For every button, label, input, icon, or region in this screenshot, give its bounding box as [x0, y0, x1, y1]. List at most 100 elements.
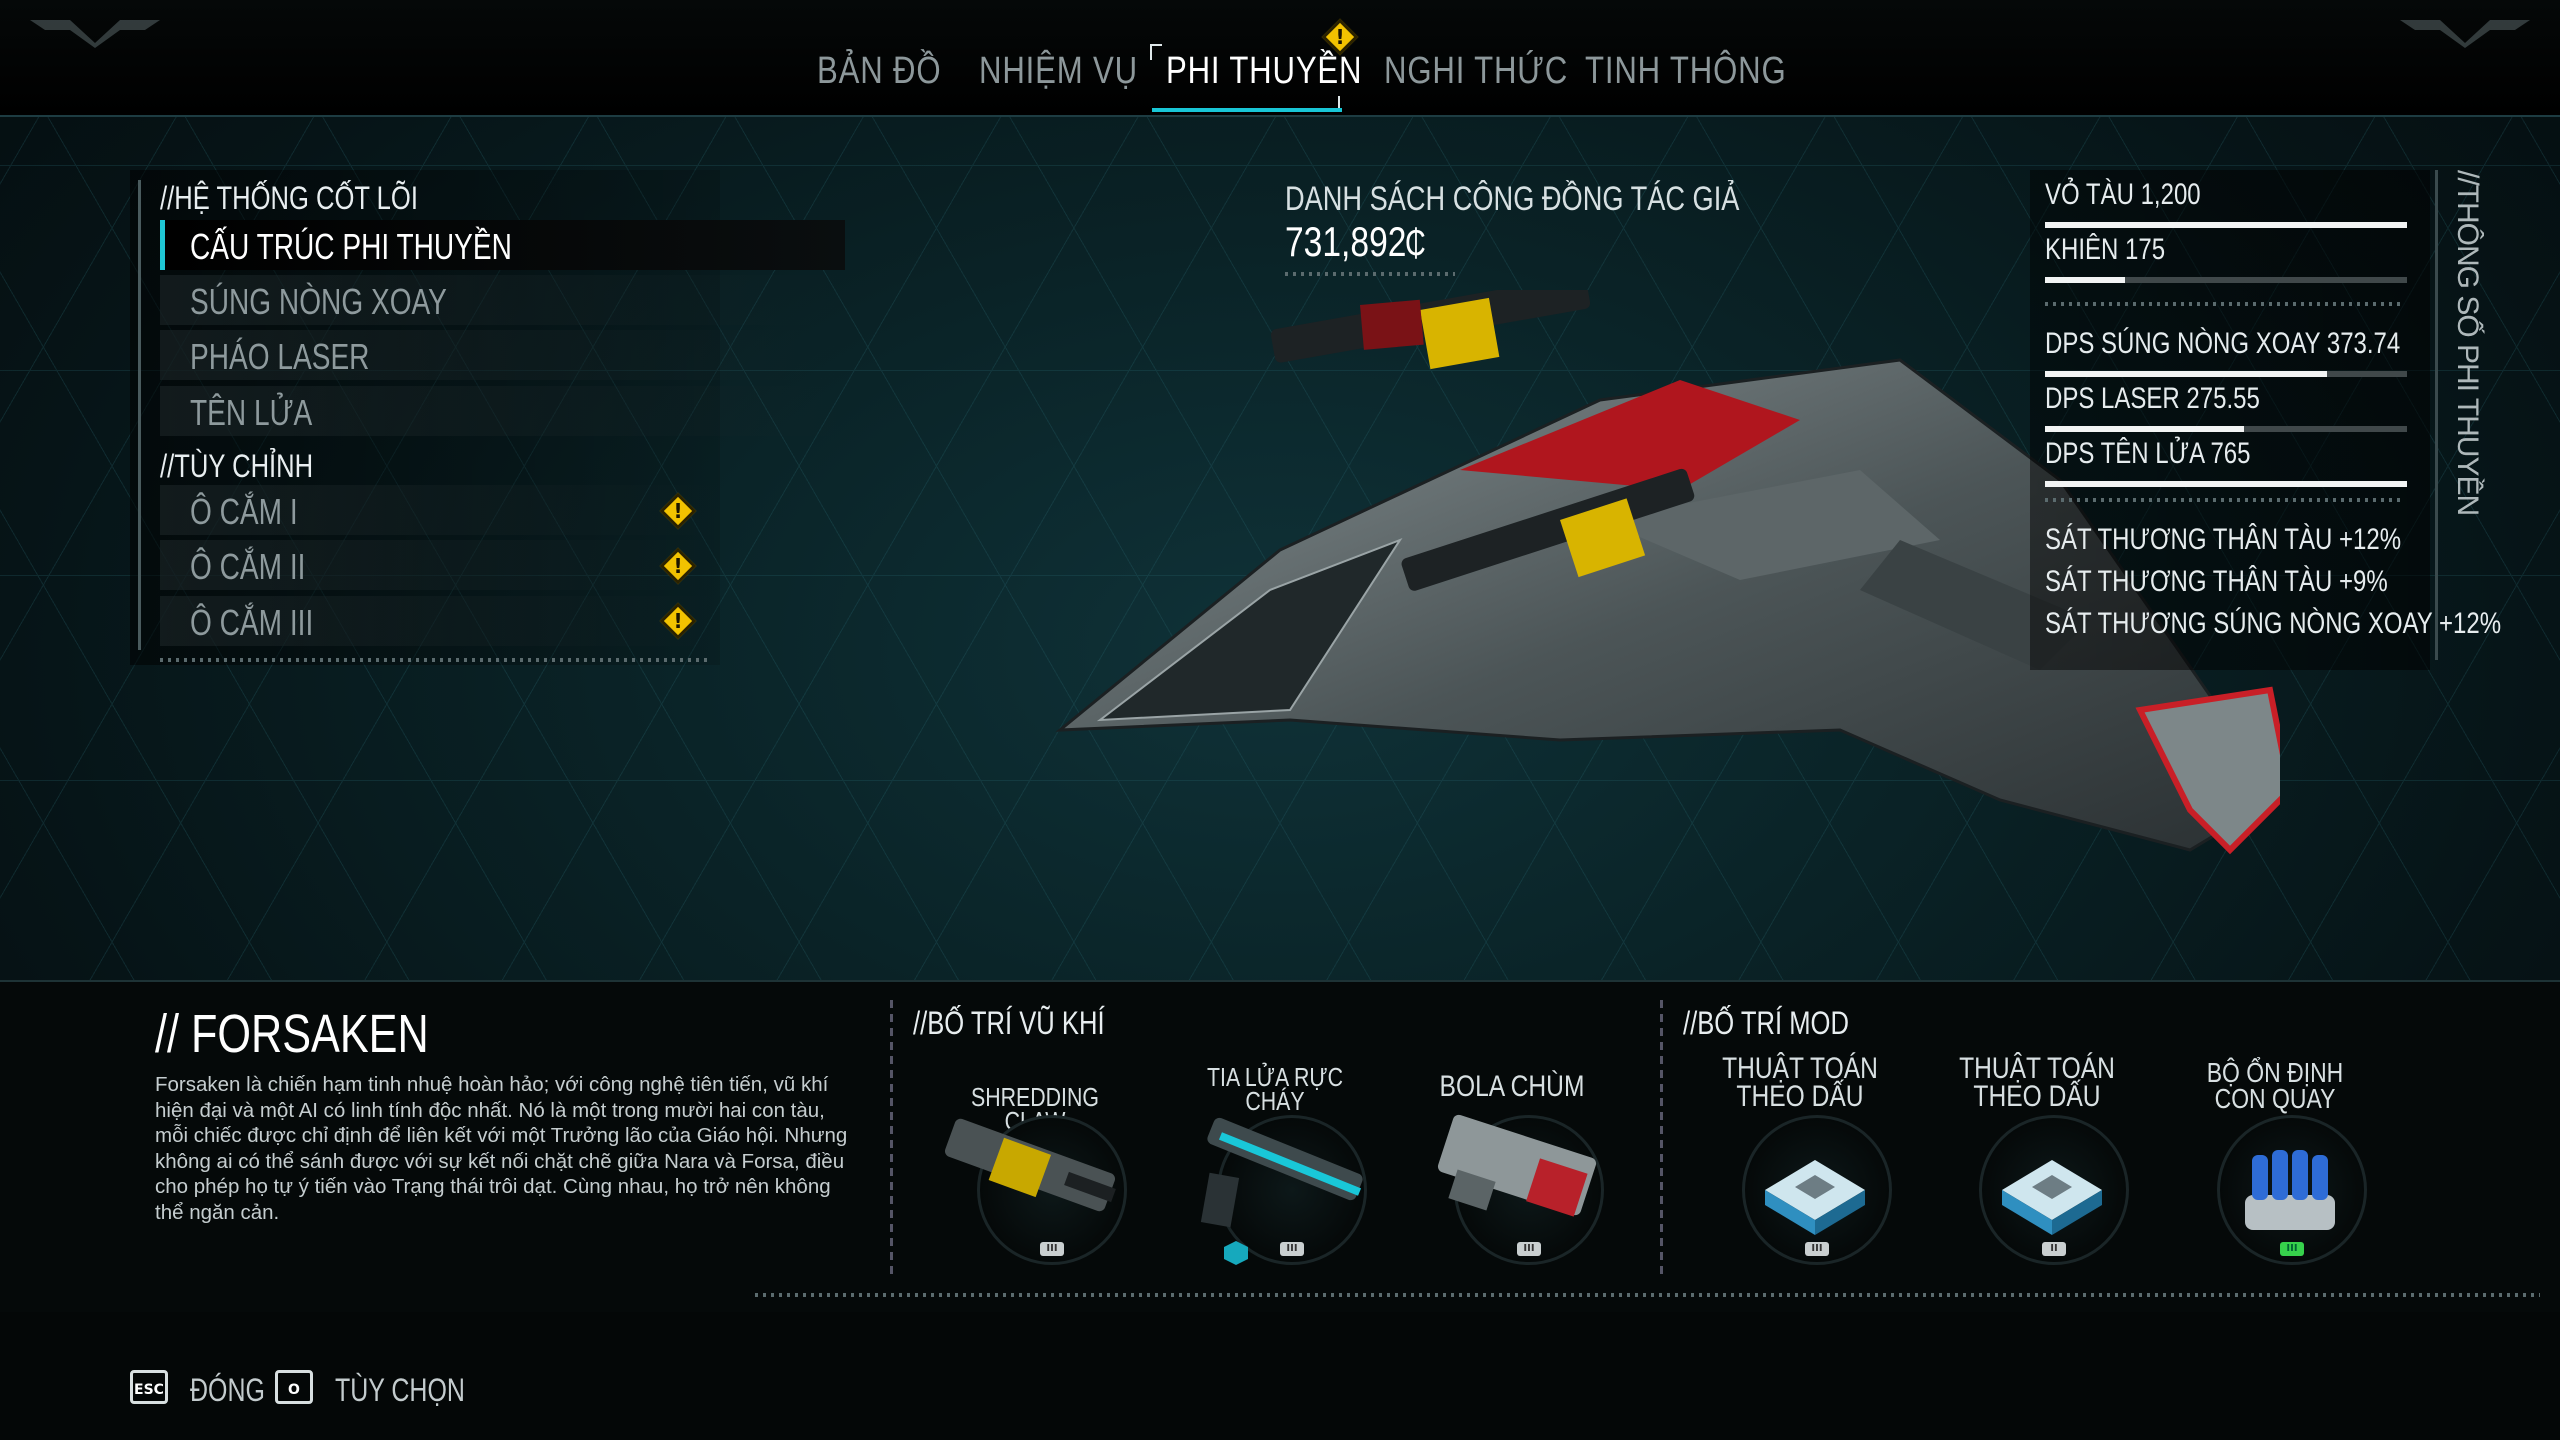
stat-value: 373.74	[2326, 327, 2401, 360]
menu-item-label: Ô CẮM I	[190, 491, 298, 532]
divider	[1285, 272, 1455, 276]
stat-label: DPS LASER	[2045, 382, 2180, 415]
stat-bar-fill	[2045, 222, 2407, 228]
emblem-icon	[30, 20, 160, 48]
bonus-text: SÁT THƯƠNG SÚNG NÒNG XOAY +12%	[2045, 607, 2502, 640]
tier-badge: III	[1805, 1242, 1829, 1256]
ship-stats-panel: VỎ TÀU 1,200 KHIÊN 175 DPS SÚNG NÒNG XOA…	[2030, 170, 2501, 670]
stat-value: 275.55	[2186, 382, 2260, 415]
core-systems-title: //HỆ THỐNG CỐT LÕI	[160, 180, 418, 216]
chip-icon	[1765, 1160, 1865, 1235]
o-key-icon[interactable]: O	[275, 1370, 313, 1404]
active-tab-indicator	[1152, 108, 1342, 112]
stat-bar	[2045, 222, 2407, 228]
divider	[890, 1000, 893, 1275]
divider	[160, 658, 710, 662]
stat-value: 765	[2210, 437, 2251, 470]
stats-divider	[2435, 170, 2438, 660]
menu-item-socket-1[interactable]: Ô CẮM I	[160, 485, 720, 535]
divider	[2045, 302, 2400, 306]
slot-name: THUẬT TOÁN THEO DẤU	[1722, 1052, 1878, 1113]
divider	[2045, 498, 2400, 502]
credits-icon: ₵	[1405, 222, 1426, 263]
menu-item-laser[interactable]: PHÁO LASER	[160, 330, 840, 380]
stat-bar-fill	[2045, 426, 2245, 432]
stat-dps-gatling: DPS SÚNG NÒNG XOAY 373.74	[2045, 327, 2425, 377]
stat-bar-fill	[2045, 481, 2407, 487]
menu-item-label: CẤU TRÚC PHI THUYỀN	[190, 226, 512, 267]
laser-gun-icon	[1200, 1117, 1363, 1228]
mod-slot-gyro-stabilizer[interactable]: BỘ ỔN ĐỊNH CON QUAY III	[2175, 1055, 2375, 1270]
tab-ship[interactable]: PHI THUYỀN	[1166, 50, 1362, 93]
menu-rail	[138, 180, 141, 650]
stat-bar	[2045, 481, 2407, 487]
stat-value: 1,200	[2140, 178, 2201, 211]
options-button[interactable]: TÙY CHỌN	[335, 1372, 465, 1409]
menu-item-label: PHÁO LASER	[190, 336, 370, 377]
menu-item-socket-3[interactable]: Ô CẮM III	[160, 596, 720, 646]
menu-item-label: SÚNG NÒNG XOAY	[190, 281, 447, 322]
emblem-icon	[2400, 20, 2530, 48]
stat-bar-fill	[2045, 371, 2328, 377]
esc-key-icon[interactable]: ESC	[130, 1370, 168, 1404]
launcher-icon	[1437, 1114, 1597, 1217]
tab-bracket	[1150, 44, 1162, 60]
divider	[1660, 1000, 1663, 1275]
tier-badge: III	[2280, 1242, 2304, 1256]
mod-loadout-title: //BỐ TRÍ MOD	[1683, 1005, 1849, 1041]
menu-item-label: TÊN LỬA	[190, 392, 313, 433]
stabilizer-icon	[2245, 1150, 2335, 1230]
stat-bar-fill	[2045, 277, 2125, 283]
menu-item-label: Ô CẮM II	[190, 546, 306, 587]
weapon-loadout-title: //BỐ TRÍ VŨ KHÍ	[913, 1005, 1105, 1041]
weapon-slot-blazing-spark[interactable]: TIA LỬA RỰC CHÁY III	[1175, 1055, 1375, 1270]
weapon-slot-bola-cluster[interactable]: BOLA CHÙM III	[1412, 1055, 1612, 1270]
stat-label: VỎ TÀU	[2045, 178, 2134, 211]
mod-slot-tracking-algorithm-1[interactable]: THUẬT TOÁN THEO DẤU III	[1700, 1052, 1900, 1270]
menu-item-ship-structure[interactable]: CẤU TRÚC PHI THUYỀN	[160, 220, 845, 270]
tier-badge: III	[1280, 1242, 1304, 1256]
bonus-text: SÁT THƯƠNG THÂN TÀU +12%	[2045, 523, 2402, 556]
community-value: 731,892	[1285, 218, 1407, 265]
systems-menu: //HỆ THỐNG CỐT LÕI CẤU TRÚC PHI THUYỀN S…	[130, 170, 845, 665]
slot-name: BOLA CHÙM	[1439, 1070, 1585, 1103]
stat-dps-missile: DPS TÊN LỬA 765	[2045, 437, 2425, 487]
slot-name: BỘ ỔN ĐỊNH CON QUAY	[2206, 1057, 2344, 1114]
stat-label: DPS TÊN LỬA	[2045, 437, 2204, 470]
community-title: DANH SÁCH CÔNG ĐỒNG TÁC GIẢ	[1285, 180, 1740, 218]
tab-missions[interactable]: NHIỆM VỤ	[979, 50, 1138, 93]
tier-badge: II	[2042, 1242, 2066, 1256]
ship-stats-title: //THÔNG SỐ PHI THUYỀN	[2450, 170, 2510, 670]
stat-bar	[2045, 371, 2407, 377]
menu-item-gatling[interactable]: SÚNG NÒNG XOAY	[160, 275, 840, 325]
weapon-slot-shredding-claw[interactable]: SHREDDING CLAW III	[935, 1055, 1135, 1270]
customize-title: //TÙY CHỈNH	[160, 448, 314, 484]
stat-dps-laser: DPS LASER 275.55	[2045, 382, 2425, 432]
menu-item-missiles[interactable]: TÊN LỬA	[160, 386, 840, 436]
close-button[interactable]: ĐÓNG	[190, 1372, 265, 1409]
ship-stats-title-text: //THÔNG SỐ PHI THUYỀN	[2451, 170, 2484, 516]
community-list: DANH SÁCH CÔNG ĐỒNG TÁC GIẢ 731,892 ₵	[1285, 180, 1853, 276]
chip-icon	[2002, 1160, 2102, 1235]
stat-label: KHIÊN	[2045, 233, 2119, 266]
stat-value: 175	[2125, 233, 2166, 266]
tab-mastery[interactable]: TINH THÔNG	[1585, 50, 1787, 93]
gun-icon	[944, 1118, 1116, 1212]
tier-badge: III	[1040, 1242, 1064, 1256]
element-badge-icon	[1224, 1241, 1248, 1265]
bonus-text: SÁT THƯƠNG THÂN TÀU +9%	[2045, 565, 2388, 598]
divider	[755, 1293, 2540, 1297]
ship-name: // FORSAKEN	[155, 1004, 429, 1064]
menu-item-socket-2[interactable]: Ô CẮM II	[160, 540, 720, 590]
stat-shield: KHIÊN 175	[2045, 233, 2425, 283]
stat-label: DPS SÚNG NÒNG XOAY	[2045, 327, 2321, 360]
ship-description: Forsaken là chiến hạm tinh nhuệ hoàn hảo…	[155, 1073, 848, 1224]
stat-bar	[2045, 426, 2407, 432]
stat-bar	[2045, 277, 2407, 283]
mod-slot-tracking-algorithm-2[interactable]: THUẬT TOÁN THEO DẤU II	[1937, 1054, 2137, 1270]
tab-map[interactable]: BẢN ĐỒ	[817, 50, 941, 93]
stat-hull: VỎ TÀU 1,200	[2045, 178, 2425, 228]
tier-badge: III	[1517, 1242, 1541, 1256]
tab-rituals[interactable]: NGHI THỨC	[1384, 50, 1568, 93]
menu-item-label: Ô CẮM III	[190, 602, 314, 643]
